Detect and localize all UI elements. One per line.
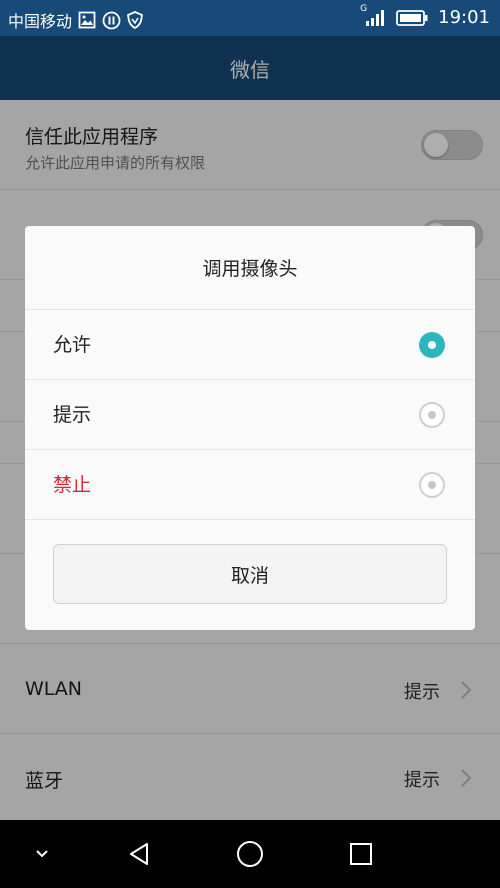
radio-unselected-icon[interactable] xyxy=(419,472,445,498)
radio-selected-icon[interactable] xyxy=(419,332,445,358)
radio-unselected-icon[interactable] xyxy=(419,402,445,428)
status-time: 19:01 xyxy=(438,7,490,28)
cancel-button[interactable]: 取消 xyxy=(53,544,447,604)
carrier-name: 中国移动 xyxy=(8,12,73,31)
shield-icon xyxy=(127,11,144,29)
status-bar: 中国移动 G 19:01 xyxy=(0,0,500,36)
battery-icon xyxy=(396,9,428,27)
home-icon[interactable] xyxy=(230,836,270,872)
radio-dot xyxy=(428,481,436,489)
status-left: 中国移动 xyxy=(8,8,144,32)
recents-icon[interactable] xyxy=(341,836,381,872)
camera-permission-dialog: 调用摄像头 允许 提示 禁止 取消 xyxy=(25,226,475,630)
option-label: 禁止 xyxy=(53,474,92,496)
navigation-bar xyxy=(0,820,500,888)
option-allow[interactable]: 允许 xyxy=(25,310,475,380)
option-label: 允许 xyxy=(53,334,92,356)
back-icon[interactable] xyxy=(119,836,159,872)
pause-circle-icon xyxy=(102,11,121,30)
status-right: G 19:01 xyxy=(360,4,490,29)
option-deny[interactable]: 禁止 xyxy=(25,450,475,520)
signal-icon: G xyxy=(360,4,386,28)
option-label: 提示 xyxy=(53,404,92,426)
radio-dot xyxy=(428,411,436,419)
option-prompt[interactable]: 提示 xyxy=(25,380,475,450)
radio-dot xyxy=(428,341,436,349)
dialog-title: 调用摄像头 xyxy=(25,226,475,310)
gallery-icon xyxy=(78,11,96,29)
network-type-label: G xyxy=(360,3,368,14)
chevron-down-icon[interactable] xyxy=(22,836,62,872)
